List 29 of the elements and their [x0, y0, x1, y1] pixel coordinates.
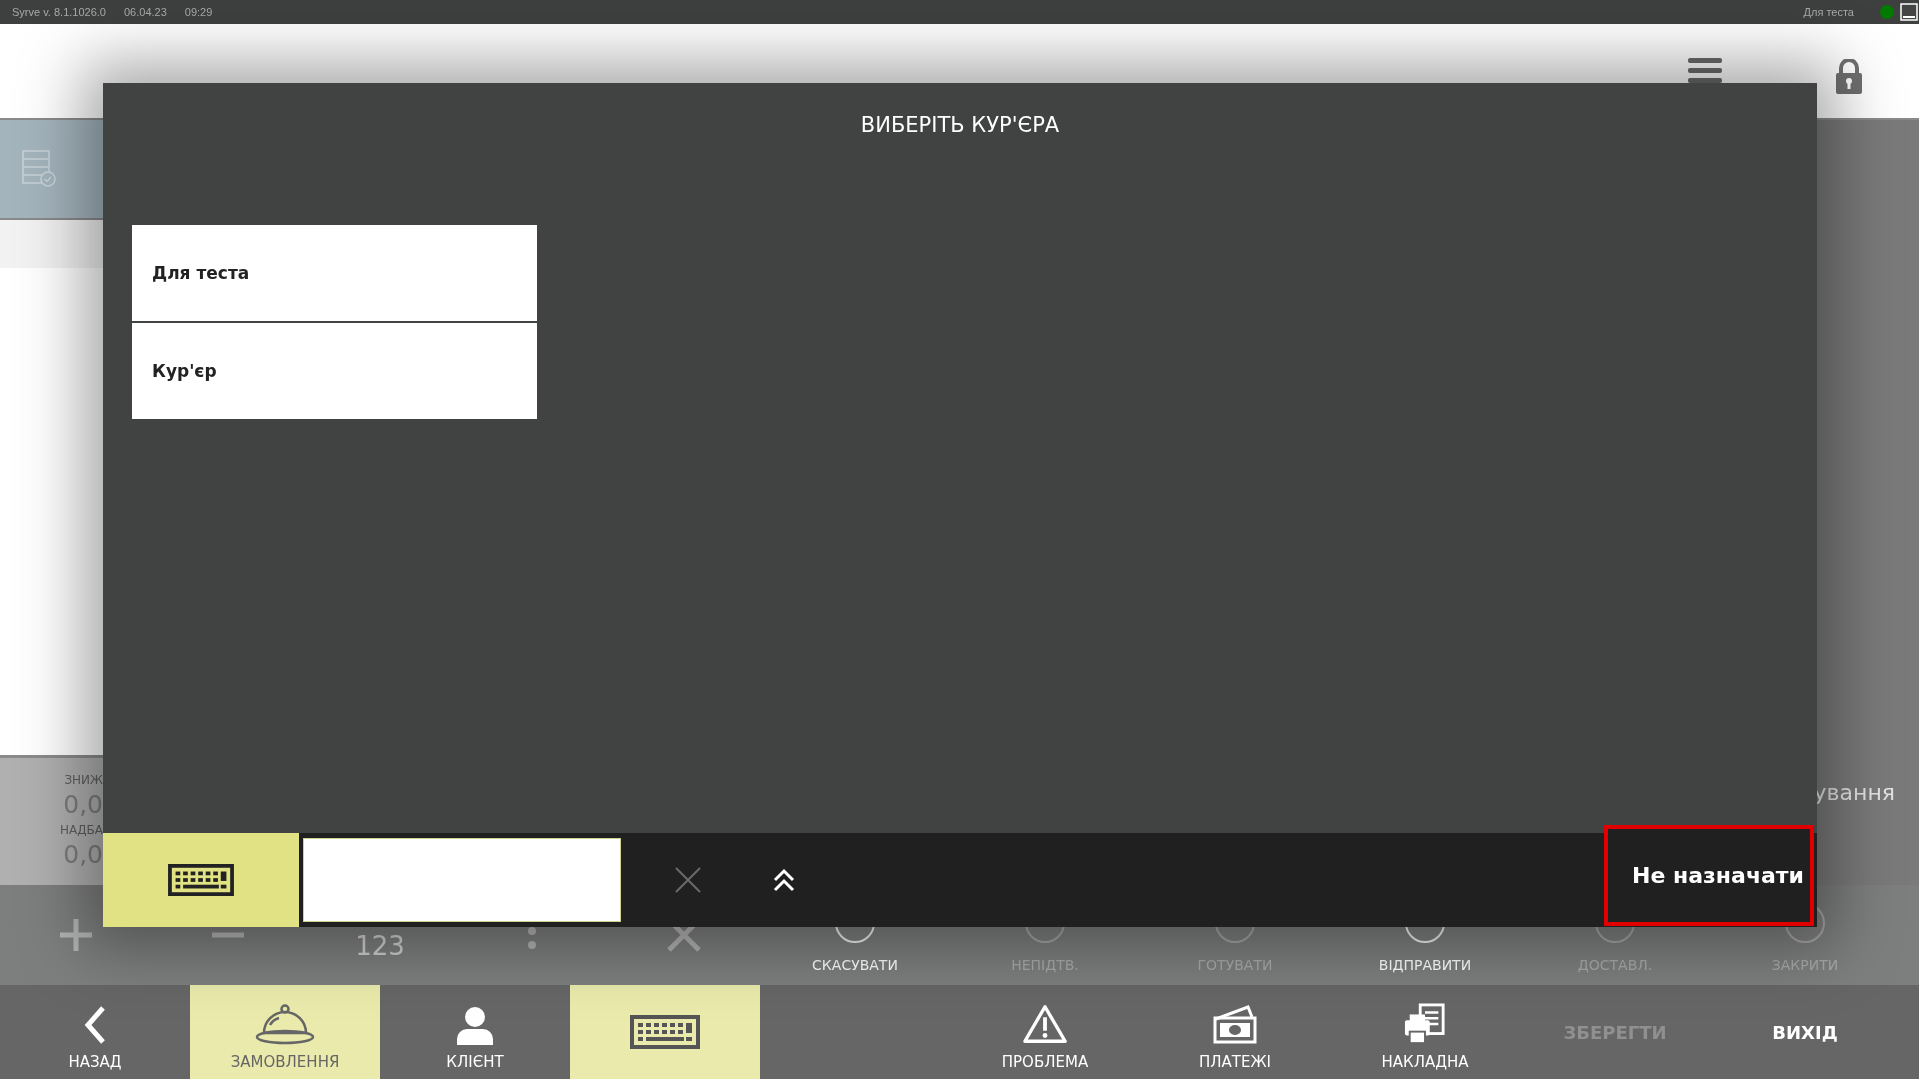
- keyboard-icon: [168, 864, 234, 896]
- date-text: 06.04.23: [123, 6, 167, 18]
- lock-icon[interactable]: [1835, 59, 1863, 95]
- user-name: Для теста: [1803, 6, 1854, 18]
- courier-item[interactable]: Для теста: [132, 225, 537, 321]
- summary-label: ЗНИЖ: [64, 771, 103, 788]
- banknotes-icon: [1212, 1003, 1258, 1045]
- back-icon: [83, 1005, 107, 1045]
- printer-icon: [1402, 1003, 1448, 1045]
- cloche-icon: [255, 1003, 315, 1045]
- time-text: 09:29: [184, 6, 213, 18]
- keyboard-icon: [630, 1015, 700, 1049]
- section-label: ування: [1813, 780, 1895, 805]
- summary-label: НАДБА: [59, 821, 103, 838]
- search-field[interactable]: [303, 838, 621, 922]
- checklist-icon: [22, 150, 56, 188]
- person-icon: [455, 1005, 495, 1045]
- menu-icon[interactable]: [1688, 58, 1722, 84]
- clear-icon[interactable]: [675, 867, 701, 893]
- warning-icon: [1022, 1003, 1068, 1045]
- keyboard-button[interactable]: [103, 833, 299, 927]
- courier-item[interactable]: Кур'єр: [132, 323, 537, 419]
- app-version: Syrve v. 8.1.1026.0: [12, 6, 106, 18]
- no-courier-button[interactable]: Не назначати: [1604, 824, 1814, 926]
- nav-button[interactable]: ЗАМОВЛЕННЯ: [190, 985, 380, 1079]
- dialog-title: ВИБЕРІТЬ КУР'ЄРА: [859, 112, 1061, 139]
- monitor-icon[interactable]: [1900, 3, 1918, 21]
- double-chevron-up-icon[interactable]: [773, 868, 795, 892]
- nav-button[interactable]: [570, 985, 760, 1079]
